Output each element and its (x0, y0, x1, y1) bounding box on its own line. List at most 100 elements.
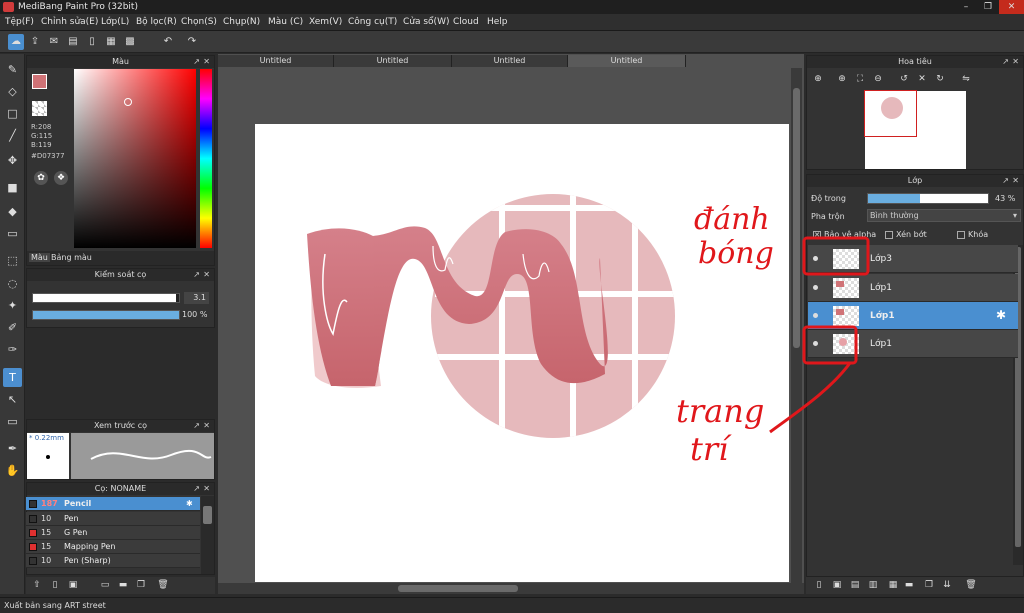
expand-icon[interactable]: ↗ (193, 269, 200, 281)
menu-layer[interactable]: Lớp(L) (101, 17, 129, 27)
flip-icon[interactable]: ✕ (915, 72, 929, 86)
duplicate-icon[interactable]: ❐ (134, 578, 148, 592)
zoom-in-icon[interactable]: ⊕ (811, 72, 825, 86)
divide-tool-icon[interactable]: ▭ (3, 412, 22, 431)
new-brush-icon[interactable]: ▯ (48, 578, 62, 592)
tab-document-4[interactable]: Untitled (568, 55, 686, 67)
close-icon[interactable]: ✕ (203, 420, 210, 432)
horizontal-scrollbar[interactable] (218, 583, 804, 594)
add-brush-icon[interactable]: ▣ (66, 578, 80, 592)
maximize-button[interactable]: ❐ (977, 0, 999, 14)
close-icon[interactable]: ✕ (203, 269, 210, 281)
gear-icon[interactable]: ✱ (996, 308, 1006, 322)
expand-icon[interactable]: ↗ (1002, 56, 1009, 68)
shape-tool-icon[interactable]: □ (3, 104, 22, 123)
brush-opacity-slider[interactable] (32, 310, 180, 320)
move-tool-icon[interactable]: ✥ (3, 151, 22, 170)
hue-slider[interactable] (200, 69, 212, 248)
hand-tool-icon[interactable]: ✋ (3, 461, 22, 480)
mirror-icon[interactable]: ⇋ (959, 72, 973, 86)
tab-palette[interactable]: Bảng màu (51, 253, 92, 262)
grid-edit-icon[interactable]: ▩ (122, 34, 138, 50)
cloud-icon[interactable]: ☁ (8, 34, 24, 50)
merge-layer-icon[interactable]: ⇊ (940, 578, 954, 592)
color-picker-handle[interactable] (124, 98, 132, 106)
tab-document-1[interactable]: Untitled (218, 55, 334, 67)
expand-icon[interactable]: ↗ (193, 420, 200, 432)
brush-size-slider[interactable] (32, 293, 180, 303)
color-history-icon[interactable]: ❖ (54, 171, 68, 185)
chat-icon[interactable]: ✉ (46, 34, 62, 50)
gradient-tool-icon[interactable]: ▭ (3, 224, 22, 243)
new-8bit-layer-icon[interactable]: ▤ (848, 578, 862, 592)
new-halftone-layer-icon[interactable]: ▣ (830, 578, 844, 592)
menu-color[interactable]: Màu (C) (268, 17, 303, 27)
add-layer-menu-icon[interactable]: ▦ (886, 578, 900, 592)
palette-icon[interactable]: ✿ (34, 171, 48, 185)
expand-icon[interactable]: ↗ (1002, 175, 1009, 187)
lasso-tool-icon[interactable]: ◌ (3, 274, 22, 293)
close-button[interactable]: ✕ (999, 0, 1024, 14)
trash-icon[interactable]: 🗑 (156, 578, 170, 592)
new-folder-layer-icon[interactable]: ▥ (866, 578, 880, 592)
menu-cloud[interactable]: Cloud (453, 17, 479, 27)
close-icon[interactable]: ✕ (1012, 175, 1019, 187)
menu-edit[interactable]: Chỉnh sửa(E) (41, 17, 98, 27)
rotate-left-icon[interactable]: ↺ (897, 72, 911, 86)
brush-item[interactable]: 10 Pen (Sharp) (26, 554, 200, 568)
folder-icon[interactable]: ▬ (116, 578, 130, 592)
rotate-right-icon[interactable]: ↻ (933, 72, 947, 86)
fill-rect-tool-icon[interactable]: ■ (3, 178, 22, 197)
menu-window[interactable]: Cửa sổ(W) (403, 17, 449, 27)
saturation-value-picker[interactable] (74, 69, 196, 248)
menu-file[interactable]: Tệp(F) (5, 17, 34, 27)
brush-item[interactable]: 15 Mapping Pen (26, 540, 200, 554)
brush-item[interactable]: 187 Pencil ✱ (26, 497, 200, 511)
close-icon[interactable]: ✕ (203, 483, 210, 495)
menu-select[interactable]: Chọn(S) (181, 17, 217, 27)
tab-document-2[interactable]: Untitled (334, 55, 452, 67)
line-tool-icon[interactable]: ╱ (3, 126, 22, 145)
select-pen-tool-icon[interactable]: ✐ (3, 318, 22, 337)
expand-icon[interactable]: ↗ (193, 483, 200, 495)
scrollbar-thumb[interactable] (203, 506, 212, 524)
foreground-color-swatch[interactable] (32, 74, 47, 89)
menu-filter[interactable]: Bộ lọc(R) (136, 17, 177, 27)
comment-icon[interactable]: ▤ (65, 34, 81, 50)
upload-icon[interactable]: ⇪ (27, 34, 43, 50)
close-icon[interactable]: ✕ (203, 56, 210, 68)
operation-tool-icon[interactable]: ↖ (3, 390, 22, 409)
duplicate-layer-icon[interactable]: ❐ (922, 578, 936, 592)
undo-icon[interactable]: ↶ (160, 34, 176, 50)
select-tool-icon[interactable]: ⬚ (3, 251, 22, 270)
cloud-brush-icon[interactable]: ⇧ (30, 578, 44, 592)
page-icon[interactable]: ▯ (84, 34, 100, 50)
text-tool-icon[interactable]: T (3, 368, 22, 387)
bucket-tool-icon[interactable]: ◆ (3, 202, 22, 221)
select-eraser-tool-icon[interactable]: ✑ (3, 340, 22, 359)
background-color-swatch[interactable] (32, 101, 47, 116)
menu-help[interactable]: Help (487, 17, 508, 27)
menu-tools[interactable]: Công cụ(T) (348, 17, 397, 27)
tab-document-3[interactable]: Untitled (452, 55, 568, 67)
folder-icon[interactable]: ▬ (902, 578, 916, 592)
brush-size-value[interactable]: 3.1 (184, 292, 209, 304)
minimize-button[interactable]: – (955, 0, 977, 14)
grid-icon[interactable]: ▦ (103, 34, 119, 50)
brush-list-scrollbar[interactable] (201, 496, 214, 574)
menu-view[interactable]: Xem(V) (309, 17, 342, 27)
navigator-thumbnail[interactable] (864, 90, 966, 169)
copy-brush-icon[interactable]: ▭ (98, 578, 112, 592)
brush-tool-icon[interactable]: ✎ (3, 60, 22, 79)
menu-capture[interactable]: Chụp(N) (223, 17, 260, 27)
fit-icon[interactable]: ⛶ (853, 72, 867, 86)
trash-icon[interactable]: 🗑 (964, 578, 978, 592)
zoom-out-icon[interactable]: ⊖ (871, 72, 885, 86)
zoom-in-small-icon[interactable]: ⊕ (835, 72, 849, 86)
expand-icon[interactable]: ↗ (193, 56, 200, 68)
new-layer-icon[interactable]: ▯ (812, 578, 826, 592)
tab-color[interactable]: Màu (29, 253, 50, 262)
eyedropper-tool-icon[interactable]: ✒ (3, 439, 22, 458)
gear-icon[interactable]: ✱ (186, 497, 193, 511)
brush-item[interactable]: 15 G Pen (26, 526, 200, 540)
